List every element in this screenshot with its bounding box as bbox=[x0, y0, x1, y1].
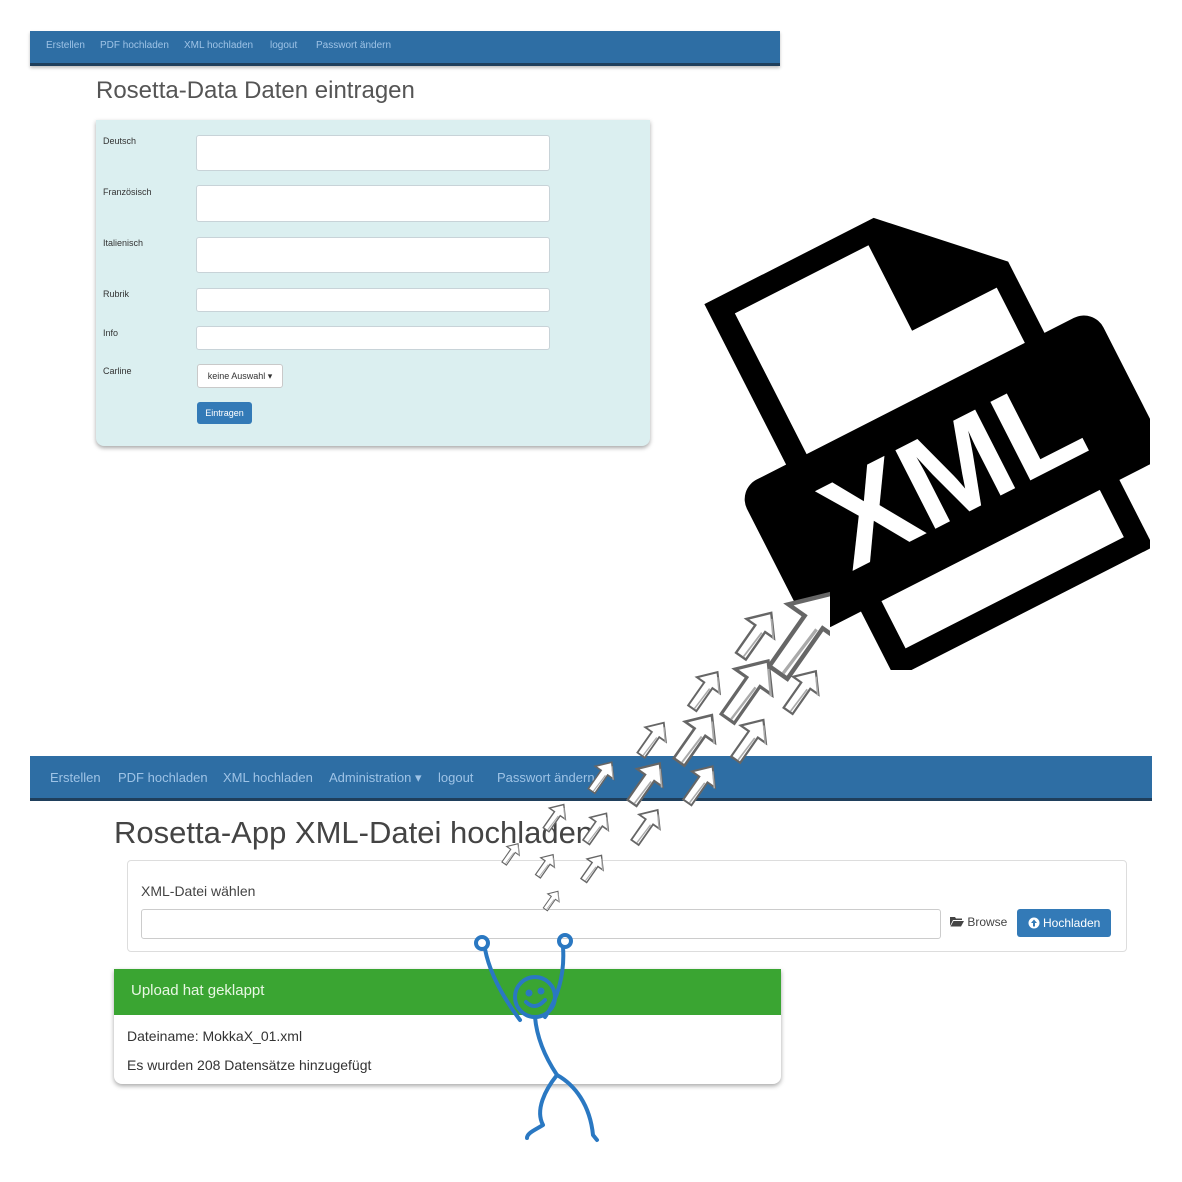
nav-item-xml-hochladen[interactable]: XML hochladen bbox=[184, 40, 253, 51]
nav-item-passwort[interactable]: Passwort ändern bbox=[316, 40, 391, 51]
label-italienisch: Italienisch bbox=[103, 238, 144, 248]
file-select-label: XML-Datei wählen bbox=[141, 883, 256, 899]
browse-label: Browse bbox=[967, 915, 1008, 929]
upload-circle-icon bbox=[1028, 916, 1043, 930]
page-title: Rosetta-Data Daten eintragen bbox=[96, 77, 415, 104]
nav-item-administration[interactable]: Administration ▾ bbox=[329, 770, 422, 786]
input-franzoesisch[interactable] bbox=[196, 185, 550, 222]
success-alert-header: Upload hat geklappt bbox=[114, 969, 781, 1015]
browse-button[interactable]: Browse bbox=[950, 915, 1007, 929]
nav-item-pdf-hochladen[interactable]: PDF hochladen bbox=[100, 40, 169, 51]
input-info[interactable] bbox=[196, 326, 550, 350]
data-entry-form: Deutsch Französisch Italienisch Rubrik I… bbox=[96, 120, 650, 446]
carline-dropdown[interactable]: keine Auswahl ▾ bbox=[197, 364, 283, 388]
stick-figure bbox=[474, 933, 599, 1142]
top-navbar: Erstellen PDF hochladen XML hochladen lo… bbox=[30, 31, 780, 66]
result-filename: Dateiname: MokkaX_01.xml bbox=[127, 1028, 303, 1044]
hochladen-label: Hochladen bbox=[1042, 916, 1101, 930]
input-deutsch[interactable] bbox=[196, 135, 550, 171]
caret-down-icon: ▾ bbox=[415, 770, 422, 785]
label-deutsch: Deutsch bbox=[103, 136, 137, 146]
eintragen-button[interactable]: Eintragen bbox=[197, 402, 252, 424]
nav-item-logout[interactable]: logout bbox=[270, 40, 297, 51]
label-info: Info bbox=[103, 328, 119, 338]
dropdown-value: keine Auswahl bbox=[207, 371, 266, 381]
nav-item-erstellen[interactable]: Erstellen bbox=[50, 770, 101, 785]
label-carline: Carline bbox=[103, 366, 132, 376]
hochladen-button[interactable]: Hochladen bbox=[1017, 909, 1111, 937]
success-alert: Upload hat geklappt Dateiname: MokkaX_01… bbox=[114, 969, 781, 1084]
folder-open-icon bbox=[950, 915, 967, 929]
label-rubrik: Rubrik bbox=[103, 289, 130, 299]
label-franzoesisch: Französisch bbox=[103, 187, 152, 197]
input-italienisch[interactable] bbox=[196, 237, 550, 273]
result-count: Es wurden 208 Datensätze hinzugefügt bbox=[127, 1057, 372, 1073]
upload-arrows bbox=[497, 500, 830, 914]
nav-item-logout[interactable]: logout bbox=[438, 770, 473, 785]
nav-item-xml-hochladen[interactable]: XML hochladen bbox=[223, 770, 313, 785]
caret-down-icon: ▾ bbox=[267, 371, 273, 381]
nav-item-pdf-hochladen[interactable]: PDF hochladen bbox=[118, 770, 208, 785]
administration-label: Administration bbox=[329, 770, 412, 785]
nav-item-erstellen[interactable]: Erstellen bbox=[46, 40, 85, 51]
input-rubrik[interactable] bbox=[196, 288, 550, 312]
